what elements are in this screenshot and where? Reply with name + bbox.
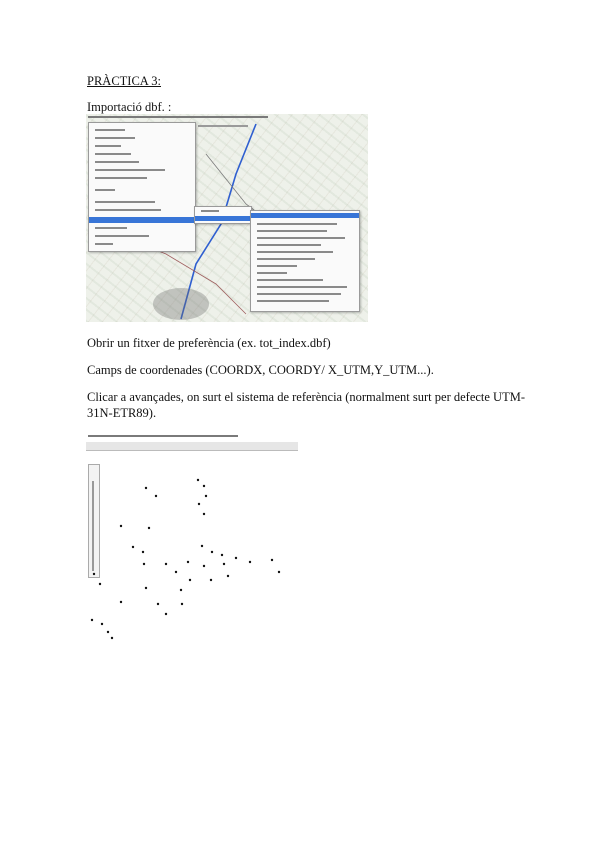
menu-item[interactable] [257,293,341,295]
data-points [90,478,281,640]
menu-item[interactable] [95,201,155,203]
menu-item[interactable] [257,230,327,232]
town-area [153,288,209,320]
window-title-bar [88,116,268,118]
menu-item[interactable] [257,244,321,246]
menu-item[interactable] [257,265,297,267]
menu-item[interactable] [257,223,337,225]
menu-item[interactable] [257,258,315,260]
menu-item[interactable] [257,251,333,253]
menu-item[interactable] [95,177,147,179]
menu-item[interactable] [257,237,345,239]
point-scatter [90,478,281,640]
menu-item[interactable] [95,129,125,131]
screenshot-import-menu [86,114,368,322]
menu-item[interactable] [95,169,165,171]
main-menu [88,122,196,252]
menu-item-highlighted[interactable] [251,213,359,218]
paragraph-advanced-line2: 31N-ETR89). [87,406,157,420]
menu-item[interactable] [257,279,323,281]
paragraph-open-file: Obrir un fitxer de preferència (ex. tot_… [87,336,331,350]
paragraph-coordinate-fields: Camps de coordenades (COORDX, COORDY/ X_… [87,363,434,377]
toolbar [198,125,248,127]
menu-item-dbf-highlighted[interactable] [195,216,251,221]
paragraph-advanced-line1: Clicar a avançades, on surt el sistema d… [87,390,526,404]
menu-item[interactable] [95,153,131,155]
page-title: PRÀCTICA 3: [87,74,161,88]
menu-item[interactable] [95,189,115,191]
menu-item[interactable] [257,272,287,274]
menu-item[interactable] [95,161,139,163]
menu-item[interactable] [95,243,113,245]
menu-item-import-highlighted[interactable] [89,217,195,223]
import-label: Importació dbf. : [87,100,172,114]
menu-item[interactable] [95,235,149,237]
submenu-import [194,206,252,224]
menu-item[interactable] [257,300,329,302]
menu-item[interactable] [95,209,161,211]
menu-item[interactable] [95,145,121,147]
menu-item[interactable] [95,137,135,139]
screenshot-points-view [86,434,298,644]
menu-item[interactable] [95,227,127,229]
menu-item[interactable] [201,210,219,212]
menu-item[interactable] [257,286,347,288]
submenu-formats [250,210,360,312]
